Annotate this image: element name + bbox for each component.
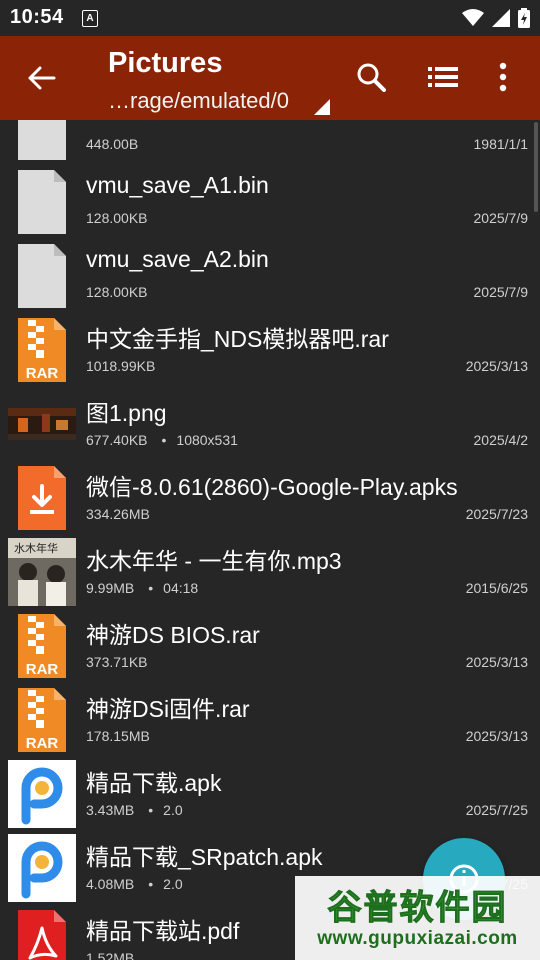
file-date: 2025/3/13 — [465, 358, 528, 374]
status-time: 10:54 — [10, 6, 64, 28]
list-view-icon[interactable] — [428, 66, 458, 88]
album-art-thumbnail: 水木年华 — [8, 538, 76, 606]
dropdown-triangle-icon[interactable] — [314, 99, 330, 115]
pdf-icon — [8, 908, 76, 960]
file-meta: 9.99MB • 04:18 — [86, 580, 198, 596]
file-name: 水木年华 - 一生有你.mp3 — [86, 548, 342, 574]
back-arrow-icon[interactable] — [28, 66, 56, 90]
svg-text:RAR: RAR — [26, 365, 59, 382]
rar-archive-icon: RAR — [8, 686, 76, 754]
file-meta: 1.52MB — [86, 950, 134, 960]
watermark: 谷普软件园 www.gupuxiazai.com — [295, 876, 540, 960]
file-meta: 4.08MB • 2.0 — [86, 876, 183, 892]
file-row[interactable]: 水木年华水木年华 - 一生有你.mp3 9.99MB • 04:18 2015/6/25 — [0, 536, 540, 610]
file-row[interactable]: 448.00B 1981/1/1 — [0, 120, 540, 166]
meta-separator: • — [148, 802, 154, 818]
meta-separator: • — [148, 580, 154, 596]
watermark-url: www.gupuxiazai.com — [317, 928, 518, 949]
file-extra-info: 1080x531 — [176, 432, 238, 448]
search-icon[interactable] — [356, 62, 386, 92]
file-size: 178.15MB — [86, 728, 150, 744]
file-date: 2015/6/25 — [465, 580, 528, 596]
notification-icon: A — [82, 10, 98, 27]
file-row[interactable]: vmu_save_A1.bin 128.00KB 2025/7/9 — [0, 166, 540, 240]
file-name: 中文金手指_NDS模拟器吧.rar — [86, 326, 389, 352]
file-size: 373.71KB — [86, 654, 148, 670]
file-row[interactable]: 精品下载.apk 3.43MB • 2.0 2025/7/25 — [0, 758, 540, 832]
file-row[interactable]: vmu_save_A2.bin 128.00KB 2025/7/9 — [0, 240, 540, 314]
rar-archive-icon: RAR — [8, 316, 76, 384]
file-date: 2025/3/13 — [465, 654, 528, 670]
file-extra-info: 2.0 — [163, 802, 183, 818]
file-size: 3.43MB — [86, 802, 135, 818]
apks-download-icon — [8, 464, 76, 532]
image-thumbnail — [8, 390, 76, 458]
file-row[interactable]: RAR 神游DS BIOS.rar 373.71KB 2025/3/13 — [0, 610, 540, 684]
more-options-icon[interactable] — [498, 62, 508, 92]
file-size: 128.00KB — [86, 210, 148, 226]
generic-file-icon — [8, 242, 76, 310]
path-dropdown[interactable]: …rage/emulated/0 — [108, 88, 289, 114]
meta-separator: • — [161, 432, 167, 448]
app-bar: Pictures …rage/emulated/0 — [0, 36, 540, 120]
file-name: vmu_save_A2.bin — [86, 246, 269, 272]
file-size: 334.26MB — [86, 506, 150, 522]
file-row[interactable]: 图1.png 677.40KB • 1080x531 2025/4/2 — [0, 388, 540, 462]
scrollbar[interactable] — [534, 122, 538, 212]
file-size: 9.99MB — [86, 580, 135, 596]
app-icon — [8, 760, 76, 828]
file-meta: 3.43MB • 2.0 — [86, 802, 183, 818]
file-size: 448.00B — [86, 136, 139, 152]
file-meta: 1018.99KB — [86, 358, 155, 374]
file-meta: 128.00KB — [86, 210, 148, 226]
rar-archive-icon: RAR — [8, 612, 76, 680]
file-date: 2025/4/2 — [473, 432, 529, 448]
page-title: Pictures — [108, 47, 223, 79]
file-name: 图1.png — [86, 400, 167, 426]
file-date: 2025/3/13 — [465, 728, 528, 744]
file-name: 精品下载站.pdf — [86, 918, 240, 944]
svg-text:RAR: RAR — [26, 735, 59, 752]
file-name: 精品下载.apk — [86, 770, 222, 796]
svg-text:RAR: RAR — [26, 661, 59, 678]
wifi-icon — [462, 9, 484, 26]
file-date: 2025/7/25 — [465, 802, 528, 818]
file-size: 128.00KB — [86, 284, 148, 300]
svg-text:水木年华: 水木年华 — [14, 541, 58, 555]
file-name: 神游DSi固件.rar — [86, 696, 250, 722]
file-meta: 178.15MB — [86, 728, 150, 744]
status-icons — [462, 8, 530, 28]
file-row[interactable]: RAR 中文金手指_NDS模拟器吧.rar 1018.99KB 2025/3/13 — [0, 314, 540, 388]
file-size: 1.52MB — [86, 950, 135, 960]
file-row[interactable]: RAR 神游DSi固件.rar 178.15MB 2025/3/13 — [0, 684, 540, 758]
generic-file-icon — [8, 168, 76, 236]
file-date: 1981/1/1 — [473, 136, 529, 152]
file-name: 微信-8.0.61(2860)-Google-Play.apks — [86, 474, 458, 500]
file-date: 2025/7/9 — [473, 210, 529, 226]
file-name: 神游DS BIOS.rar — [86, 622, 260, 648]
battery-icon — [518, 8, 530, 28]
file-name: vmu_save_A1.bin — [86, 172, 269, 198]
file-extra-info: 2.0 — [163, 876, 183, 892]
file-list[interactable]: 448.00B 1981/1/1 vmu_save_A1.bin 128.00KB 20… — [0, 120, 540, 960]
file-date: 2025/7/23 — [465, 506, 528, 522]
file-meta: 373.71KB — [86, 654, 148, 670]
file-meta: 677.40KB • 1080x531 — [86, 432, 238, 448]
file-date: 2025/7/9 — [473, 284, 529, 300]
file-size: 4.08MB — [86, 876, 135, 892]
file-name: 精品下载_SRpatch.apk — [86, 844, 323, 870]
file-meta: 128.00KB — [86, 284, 148, 300]
file-size: 1018.99KB — [86, 358, 156, 374]
meta-separator: • — [148, 876, 154, 892]
file-extra-info: 04:18 — [163, 580, 199, 596]
status-bar: 10:54 A — [0, 0, 540, 36]
file-row[interactable]: 微信-8.0.61(2860)-Google-Play.apks 334.26MB… — [0, 462, 540, 536]
file-meta: 334.26MB — [86, 506, 150, 522]
file-meta: 448.00B — [86, 136, 138, 152]
watermark-title: 谷普软件园 — [327, 889, 508, 928]
file-size: 677.40KB — [86, 432, 148, 448]
signal-icon — [492, 9, 510, 27]
app-icon — [8, 834, 76, 902]
generic-file-icon — [8, 120, 76, 162]
